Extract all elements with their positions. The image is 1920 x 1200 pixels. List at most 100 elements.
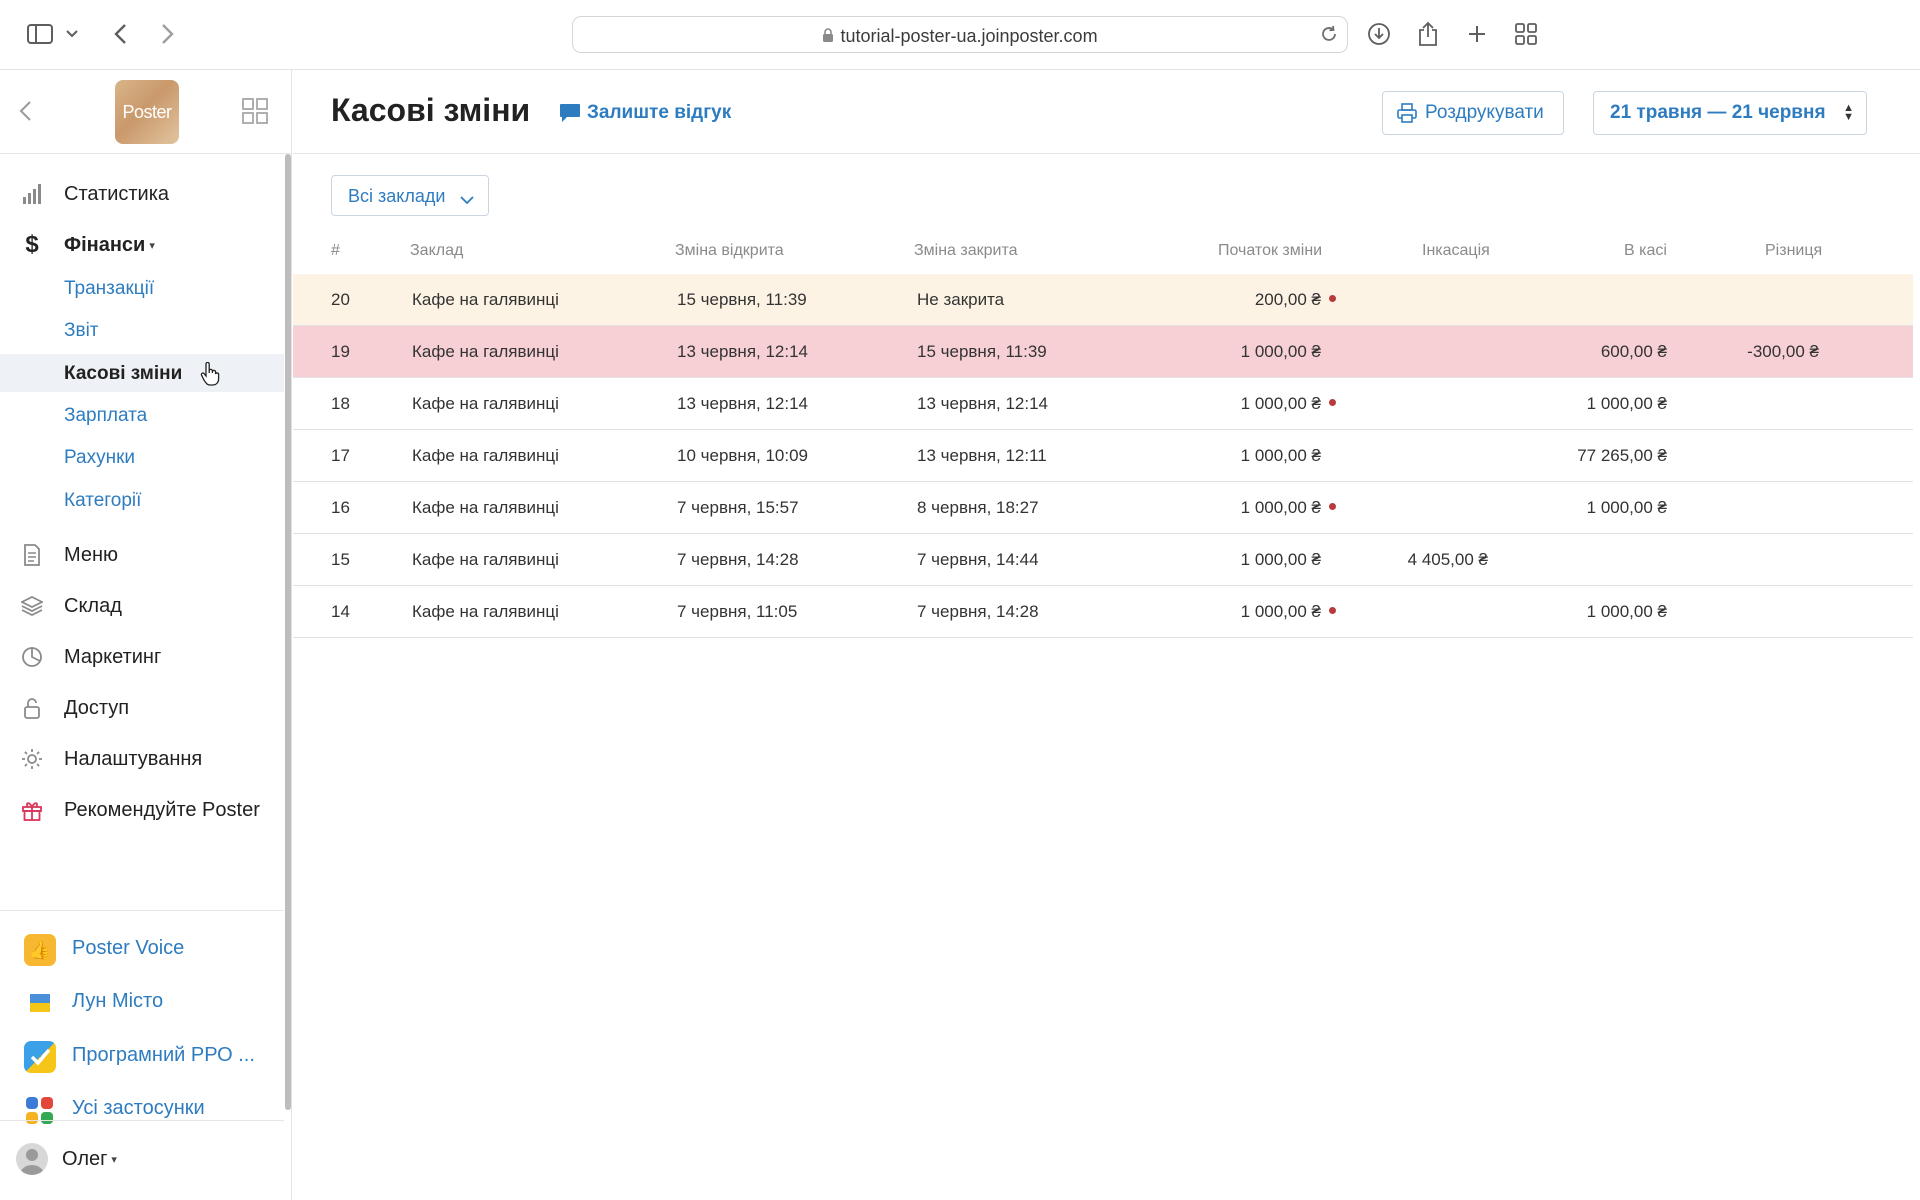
document-icon [20, 543, 44, 567]
sidebar: Poster Статистика $ Фінанси ▾ Транзакції … [0, 70, 292, 1200]
sidebar-header: Poster [0, 70, 292, 154]
cell-opened: 13 червня, 12:14 [677, 342, 809, 361]
column-header: Зміна закрита [914, 242, 1018, 259]
cell-in-cash: 600,00 ₴ [1600, 342, 1667, 361]
table-row[interactable]: 19 Кафе на галявинці 13 червня, 12:14 15 че… [293, 326, 1913, 378]
apps-grid-icon[interactable] [242, 98, 268, 129]
cell-closed: 7 червня, 14:44 [917, 550, 1039, 569]
sidebar-item-settings[interactable]: Налаштування [0, 738, 284, 780]
hand-cursor-icon [200, 361, 220, 391]
checkmark-icon [24, 1041, 56, 1073]
subitem-label: Касові зміни [64, 363, 183, 384]
cell-opened: 7 червня, 11:05 [677, 602, 798, 621]
sidebar-item-access[interactable]: Доступ [0, 687, 284, 729]
cell-shift-start: 1 000,00 ₴ [1241, 394, 1336, 414]
reload-icon[interactable] [1319, 24, 1339, 49]
warning-dot-icon [1329, 399, 1336, 406]
cell-id: 20 [331, 290, 350, 309]
sidebar-item-recommend[interactable]: Рекомендуйте Poster [0, 789, 284, 831]
cell-opened: 15 червня, 11:39 [677, 290, 807, 309]
collapse-sidebar-icon[interactable] [18, 100, 32, 127]
sidebar-item-label: Статистика [64, 182, 170, 205]
table-row[interactable]: 16 Кафе на галявинці 7 червня, 15:57 8 черв… [293, 482, 1913, 534]
table-row[interactable]: 14 Кафе на галявинці 7 червня, 11:05 7 черв… [293, 586, 1913, 638]
cell-venue: Кафе на галявинці [412, 446, 559, 465]
cell-shift-start: 1 000,00 ₴ [1241, 446, 1336, 466]
subitem-label: Рахунки [64, 447, 136, 468]
cell-collection: 4 405,00 ₴ [1407, 550, 1488, 569]
cell-venue: Кафе на галявинці [412, 342, 559, 361]
cell-venue: Кафе на галявинці [412, 498, 559, 517]
share-icon[interactable] [1414, 20, 1442, 48]
table-row[interactable]: 15 Кафе на галявинці 7 червня, 14:28 7 черв… [293, 534, 1913, 586]
cell-opened: 7 червня, 14:28 [677, 550, 799, 569]
venue-filter-dropdown[interactable]: Всі заклади [331, 175, 489, 216]
column-header: Заклад [410, 242, 464, 259]
sidebar-subitem-categories[interactable]: Категорії [0, 481, 284, 519]
sidebar-item-finance[interactable]: $ Фінанси ▾ [0, 224, 284, 266]
sidebar-scrollbar[interactable] [285, 154, 291, 1110]
date-range-picker[interactable]: 21 травня — 21 червня ▲ ▼ [1593, 91, 1867, 135]
back-icon[interactable] [106, 20, 134, 48]
gift-icon [20, 798, 44, 822]
download-icon[interactable] [1365, 20, 1393, 48]
cell-id: 19 [331, 342, 350, 361]
sidebar-item-statistics[interactable]: Статистика [0, 173, 284, 215]
lock-icon [20, 696, 44, 720]
sidebar-subitem-report[interactable]: Звіт [0, 311, 284, 349]
forward-icon[interactable] [154, 20, 182, 48]
page-header: Касові зміни Залиште відгук Роздрукувати… [293, 70, 1920, 154]
layers-icon [20, 594, 44, 618]
feedback-link[interactable]: Залиште відгук [559, 102, 731, 124]
sidebar-item-warehouse[interactable]: Склад [0, 585, 284, 627]
feedback-label: Залиште відгук [587, 102, 732, 123]
sidebar-toggle-icon[interactable] [26, 20, 54, 48]
cell-in-cash: 1 000,00 ₴ [1586, 498, 1667, 517]
chevron-down-icon[interactable] [62, 20, 82, 48]
sort-arrows-icon: ▲ ▼ [1843, 102, 1854, 123]
gear-icon [20, 747, 44, 771]
printer-icon [1397, 103, 1417, 123]
sidebar-apps: 👍 Poster Voice Лун Місто Програмний РРО … [0, 910, 284, 1124]
bar-chart-icon [20, 182, 44, 206]
cell-shift-start: 200,00 ₴ [1255, 290, 1336, 310]
sidebar-item-menu[interactable]: Меню [0, 534, 284, 576]
user-menu[interactable]: Олег ▾ [0, 1120, 284, 1200]
cell-shift-start: 1 000,00 ₴ [1241, 498, 1336, 518]
table-row[interactable]: 18 Кафе на галявинці 13 червня, 12:14 13 че… [293, 378, 1913, 430]
sidebar-subitem-accounts[interactable]: Рахунки [0, 438, 284, 476]
app-poster-voice[interactable]: 👍 Poster Voice [0, 926, 284, 970]
dollar-icon: $ [25, 231, 39, 258]
cell-in-cash: 1 000,00 ₴ [1586, 602, 1667, 621]
cell-closed: 8 червня, 18:27 [917, 498, 1039, 517]
cell-closed: Не закрита [917, 290, 1005, 309]
tab-overview-icon[interactable] [1512, 20, 1540, 48]
sidebar-item-marketing[interactable]: Маркетинг [0, 636, 284, 678]
cell-id: 18 [331, 394, 350, 413]
cell-shift-start: 1 000,00 ₴ [1241, 602, 1336, 622]
sidebar-subitem-transactions[interactable]: Транзакції [0, 269, 284, 307]
new-tab-icon[interactable] [1463, 20, 1491, 48]
warning-dot-icon [1329, 607, 1336, 614]
sidebar-subitem-cash-shifts[interactable]: Касові зміни [0, 354, 284, 392]
subitem-label: Зарплата [64, 405, 148, 426]
app-prro[interactable]: Програмний РРО ... [0, 1033, 284, 1077]
print-button[interactable]: Роздрукувати [1382, 91, 1564, 135]
table-row[interactable]: 20 Кафе на галявинці 15 червня, 11:39 Не за… [293, 274, 1913, 326]
sidebar-subitem-salary[interactable]: Зарплата [0, 396, 284, 434]
cell-shift-start-value: 1 000,00 ₴ [1240, 342, 1321, 361]
poster-logo[interactable]: Poster [115, 80, 179, 144]
cell-difference: -300,00 ₴ [1747, 342, 1819, 361]
cell-venue: Кафе на галявинці [412, 602, 559, 621]
sidebar-item-label: Маркетинг [64, 645, 162, 668]
subitem-label: Транзакції [64, 278, 155, 299]
table-row[interactable]: 17 Кафе на галявинці 10 червня, 10:09 13 че… [293, 430, 1913, 482]
column-header: Зміна відкрита [675, 242, 784, 259]
address-bar[interactable]: tutorial-poster-ua.joinposter.com [572, 16, 1348, 53]
cell-closed: 13 червня, 12:11 [917, 446, 1047, 465]
subitem-label: Звіт [64, 320, 99, 341]
app-lun-misto[interactable]: Лун Місто [0, 979, 284, 1023]
app-label: Poster Voice [72, 937, 185, 959]
cell-id: 16 [331, 498, 350, 517]
main-content: Касові зміни Залиште відгук Роздрукувати… [293, 70, 1920, 1200]
